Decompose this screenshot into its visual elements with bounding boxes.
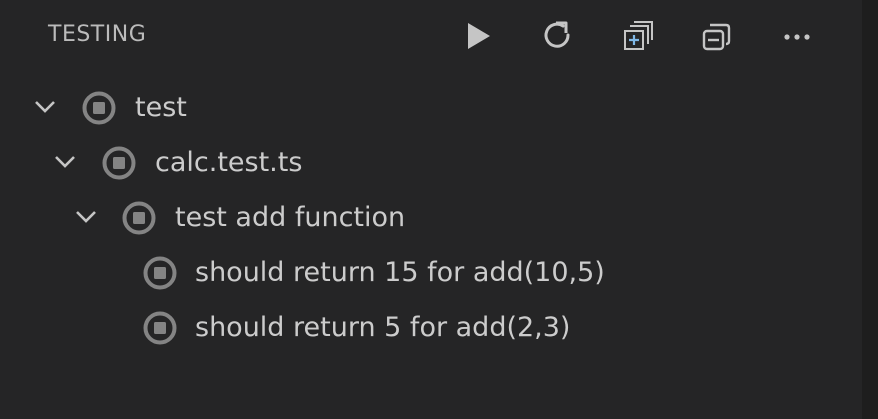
- status-unset-icon: [82, 91, 116, 125]
- tree-item-test[interactable]: test: [0, 80, 862, 135]
- chevron-down-icon[interactable]: [53, 150, 77, 174]
- testing-panel: TESTING test calc.test.ts test add funct…: [0, 0, 862, 419]
- run-all-icon: [468, 23, 490, 49]
- tree-item-label: should return 5 for add(2,3): [195, 312, 571, 343]
- collapse-all-button[interactable]: [695, 14, 739, 58]
- run-all-button[interactable]: [455, 14, 499, 58]
- tree-item-label: test: [135, 92, 187, 123]
- tree-item-test-case[interactable]: should return 15 for add(10,5): [0, 245, 862, 300]
- chevron-down-icon[interactable]: [74, 205, 98, 229]
- refresh-icon: [544, 21, 570, 48]
- status-unset-icon: [102, 146, 136, 180]
- tree-item-calc-test-ts[interactable]: calc.test.ts: [0, 135, 862, 190]
- editor-edge: [862, 0, 878, 419]
- refresh-button[interactable]: [536, 14, 580, 58]
- tree-item-label: calc.test.ts: [155, 147, 303, 178]
- panel-header: TESTING: [0, 0, 862, 72]
- collapse-all-icon: [702, 23, 731, 51]
- tree-item-test-add-function[interactable]: test add function: [0, 190, 862, 245]
- status-unset-icon: [143, 311, 177, 345]
- status-unset-icon: [122, 201, 156, 235]
- tree-item-label: test add function: [175, 202, 406, 233]
- expand-all-icon: [624, 21, 653, 50]
- test-tree: test calc.test.ts test add function shou…: [0, 80, 862, 355]
- panel-title: TESTING: [48, 22, 147, 47]
- status-unset-icon: [143, 256, 177, 290]
- more-actions-icon: [784, 34, 810, 40]
- more-actions-button[interactable]: [775, 14, 819, 58]
- expand-all-button[interactable]: [616, 14, 660, 58]
- tree-item-test-case[interactable]: should return 5 for add(2,3): [0, 300, 862, 355]
- tree-item-label: should return 15 for add(10,5): [195, 257, 605, 288]
- chevron-down-icon[interactable]: [33, 95, 57, 119]
